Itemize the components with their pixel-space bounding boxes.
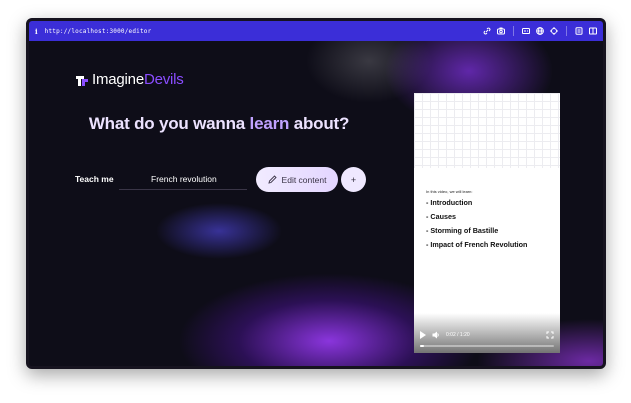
link-icon[interactable] <box>483 27 491 35</box>
address-bar[interactable]: i http://localhost:3000/editor <box>29 21 603 41</box>
crosshair-icon[interactable] <box>550 27 558 35</box>
edit-content-button[interactable]: Edit content <box>256 167 338 192</box>
caption-icon[interactable] <box>522 27 530 35</box>
logo-mark-icon <box>76 75 88 86</box>
play-icon[interactable] <box>420 331 426 339</box>
video-controls: 0:02 / 1:20 <box>420 331 554 339</box>
teach-me-label: Teach me <box>75 174 114 184</box>
fullscreen-icon[interactable] <box>546 331 554 339</box>
browser-toolbar <box>483 26 597 36</box>
video-progress-bar[interactable] <box>420 345 554 347</box>
toolbar-divider <box>513 26 514 36</box>
list-item: - Impact of French Revolution <box>426 240 528 249</box>
brand-name-accent: Devils <box>143 71 184 88</box>
video-preview[interactable]: In this video, we will learn: - Introduc… <box>414 93 560 353</box>
camera-icon[interactable] <box>497 27 505 35</box>
editor-page: Imagine Devils What do you wanna learn a… <box>29 41 603 366</box>
browser-window: i http://localhost:3000/editor Imagine D… <box>26 18 606 369</box>
video-intro-text: In this video, we will learn: <box>426 189 473 194</box>
globe-icon[interactable] <box>536 27 544 35</box>
brand-logo[interactable]: Imagine Devils <box>75 71 184 88</box>
layers-icon[interactable] <box>575 27 583 35</box>
topic-input[interactable] <box>119 169 247 190</box>
video-progress-fill <box>420 345 425 347</box>
volume-icon[interactable] <box>432 331 440 339</box>
info-icon[interactable]: i <box>35 27 38 36</box>
toolbar-divider <box>566 26 567 36</box>
headline-highlight: learn <box>249 114 290 133</box>
add-button[interactable]: + <box>341 167 366 192</box>
list-item: - Causes <box>426 212 456 221</box>
url-text[interactable]: http://localhost:3000/editor <box>45 28 483 35</box>
brand-name-primary: Imagine <box>92 71 144 88</box>
pencil-icon <box>267 175 277 184</box>
headline-suffix: about? <box>289 114 350 133</box>
video-grid-background <box>414 93 560 168</box>
page-headline: What do you wanna learn about? <box>29 114 409 134</box>
panel-icon[interactable] <box>589 27 597 35</box>
headline-prefix: What do you wanna <box>88 114 250 133</box>
list-item: - Introduction <box>426 198 473 207</box>
video-topic-list: - Introduction - Causes - Storming of Ba… <box>426 199 554 255</box>
video-time: 0:02 / 1:20 <box>446 332 470 338</box>
edit-content-label: Edit content <box>281 174 327 185</box>
list-item: - Storming of Bastille <box>426 226 499 235</box>
